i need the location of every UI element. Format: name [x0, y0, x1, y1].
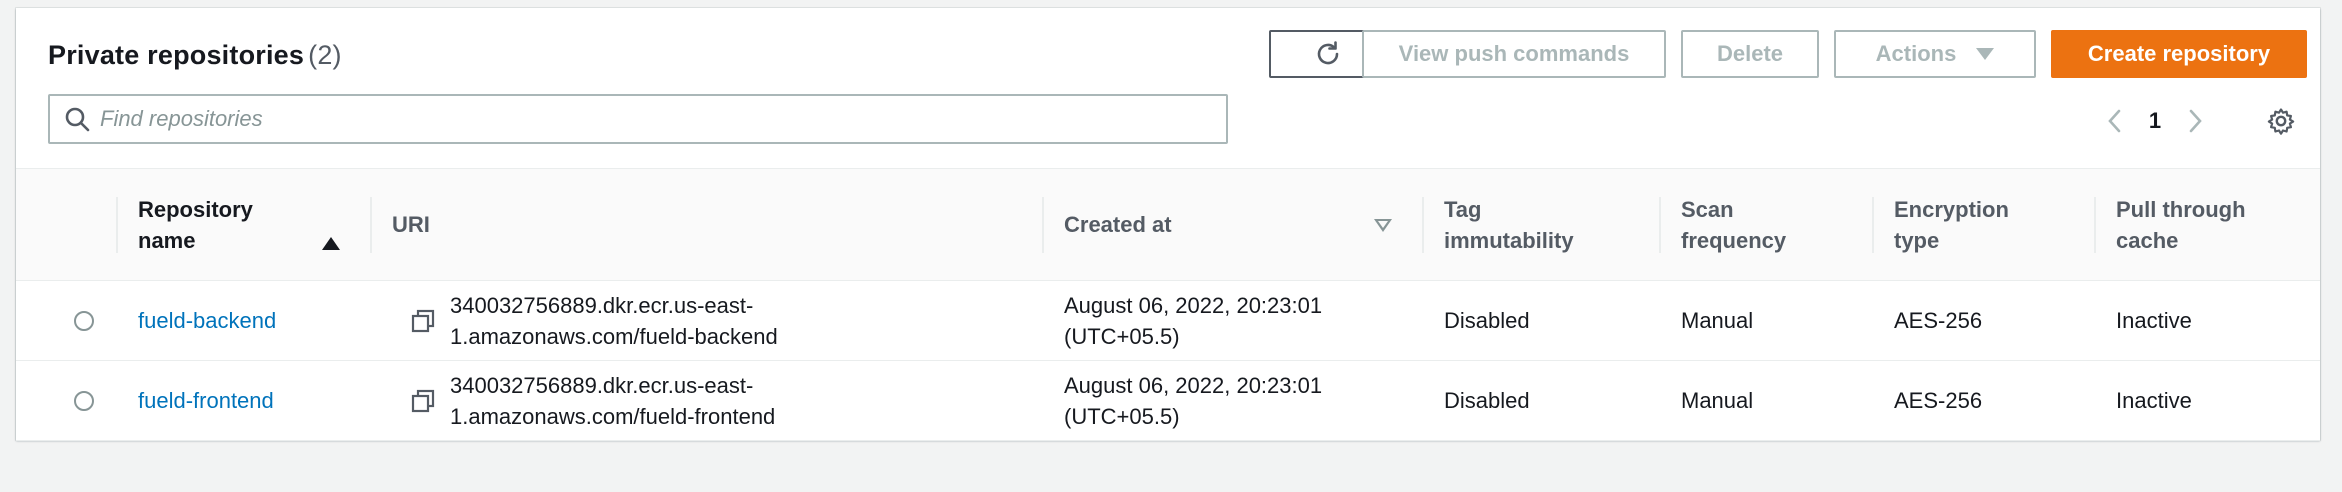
- copy-icon[interactable]: [410, 308, 436, 334]
- chevron-left-icon: [2108, 109, 2121, 133]
- column-header-label: Pull through cache: [2116, 196, 2246, 253]
- column-divider: [1422, 197, 1424, 253]
- repository-name-cell: fueld-backend: [116, 281, 370, 361]
- row-select-cell: [16, 281, 116, 361]
- actions-label: Actions: [1875, 41, 1957, 66]
- search-field[interactable]: [48, 94, 1228, 144]
- column-header-label: Repository name: [138, 196, 253, 253]
- table-row[interactable]: fueld-backend 340032756889.dkr.ecr.us-ea…: [16, 281, 2320, 361]
- created-at-cell: August 06, 2022, 20:23:01 (UTC+05.5): [1042, 361, 1422, 441]
- repository-link[interactable]: fueld-backend: [138, 308, 276, 333]
- caret-down-icon: [1976, 48, 1995, 60]
- create-repository-button[interactable]: Create repository: [2051, 30, 2307, 78]
- select-column-header: [16, 168, 116, 281]
- tag-immutability-cell: Disabled: [1444, 388, 1530, 413]
- copy-icon[interactable]: [410, 388, 436, 414]
- column-header-created-at[interactable]: Created at: [1042, 168, 1422, 281]
- created-at-cell: August 06, 2022, 20:23:01 (UTC+05.5): [1042, 281, 1422, 361]
- page-title: Private repositories (2): [48, 40, 342, 71]
- current-page-number[interactable]: 1: [2130, 108, 2180, 134]
- column-header-label: Tag immutability: [1444, 196, 1574, 253]
- sort-ascending-icon: [322, 237, 340, 250]
- column-divider: [1659, 197, 1661, 253]
- preferences-button[interactable]: [2266, 106, 2296, 136]
- gear-icon: [2267, 108, 2295, 135]
- previous-page-button[interactable]: [2100, 106, 2130, 136]
- repository-uri: 340032756889.dkr.ecr.us-east-1.amazonaws…: [450, 292, 778, 349]
- panel-header: Private repositories (2) View push comman…: [16, 8, 2320, 168]
- scan-frequency-cell: Manual: [1681, 388, 1754, 413]
- row-radio-button[interactable]: [74, 390, 94, 411]
- column-header-repository-name[interactable]: Repository name: [116, 168, 370, 281]
- encryption-type-cell: AES-256: [1894, 388, 1983, 413]
- pull-through-cache-cell: Inactive: [2116, 388, 2192, 413]
- search-icon: [62, 104, 92, 134]
- column-divider: [1872, 197, 1874, 253]
- repositories-table: Repository name URI Created at Tag immut…: [16, 168, 2320, 441]
- uri-cell: 340032756889.dkr.ecr.us-east-1.amazonaws…: [370, 281, 1042, 361]
- table-header-row: Repository name URI Created at Tag immut…: [16, 168, 2320, 281]
- encryption-type-cell: AES-256: [1894, 308, 1983, 333]
- column-header-scan-frequency[interactable]: Scan frequency: [1659, 168, 1872, 281]
- repository-count: (2): [308, 40, 342, 70]
- repository-link[interactable]: fueld-frontend: [138, 388, 274, 413]
- created-at-value: August 06, 2022, 20:23:01 (UTC+05.5): [1064, 292, 1323, 349]
- created-at-value: August 06, 2022, 20:23:01 (UTC+05.5): [1064, 372, 1323, 429]
- tag-immutability-cell: Disabled: [1444, 308, 1530, 333]
- next-page-button[interactable]: [2180, 106, 2210, 136]
- column-header-tag-immutability[interactable]: Tag immutability: [1422, 168, 1659, 281]
- repository-name-cell: fueld-frontend: [116, 361, 370, 441]
- column-header-label: Created at: [1064, 212, 1172, 237]
- uri-cell: 340032756889.dkr.ecr.us-east-1.amazonaws…: [370, 361, 1042, 441]
- column-header-uri[interactable]: URI: [370, 168, 1042, 281]
- search-input[interactable]: [100, 106, 1200, 132]
- column-header-label: URI: [392, 212, 430, 237]
- column-header-encryption-type[interactable]: Encryption type: [1872, 168, 2094, 281]
- title-text: Private repositories: [48, 40, 305, 70]
- column-divider: [1042, 197, 1044, 253]
- column-divider: [116, 197, 118, 253]
- repositories-panel: Private repositories (2) View push comman…: [16, 8, 2320, 441]
- actions-dropdown-button[interactable]: Actions: [1834, 30, 2036, 78]
- column-header-label: Scan frequency: [1681, 196, 1787, 253]
- sort-descending-icon: [1374, 219, 1392, 232]
- view-push-commands-button[interactable]: View push commands: [1362, 30, 1666, 78]
- pagination: 1: [2100, 106, 2210, 136]
- repository-uri: 340032756889.dkr.ecr.us-east-1.amazonaws…: [450, 372, 776, 429]
- column-header-label: Encryption type: [1894, 196, 2009, 253]
- column-divider: [370, 197, 372, 253]
- refresh-icon: [1317, 41, 1339, 65]
- scan-frequency-cell: Manual: [1681, 308, 1754, 333]
- delete-button[interactable]: Delete: [1681, 30, 1819, 78]
- column-header-pull-through-cache[interactable]: Pull through cache: [2094, 168, 2320, 281]
- row-radio-button[interactable]: [74, 310, 94, 331]
- chevron-right-icon: [2189, 109, 2202, 133]
- row-select-cell: [16, 361, 116, 441]
- column-divider: [2094, 197, 2096, 253]
- pull-through-cache-cell: Inactive: [2116, 308, 2192, 333]
- table-row[interactable]: fueld-frontend 340032756889.dkr.ecr.us-e…: [16, 361, 2320, 441]
